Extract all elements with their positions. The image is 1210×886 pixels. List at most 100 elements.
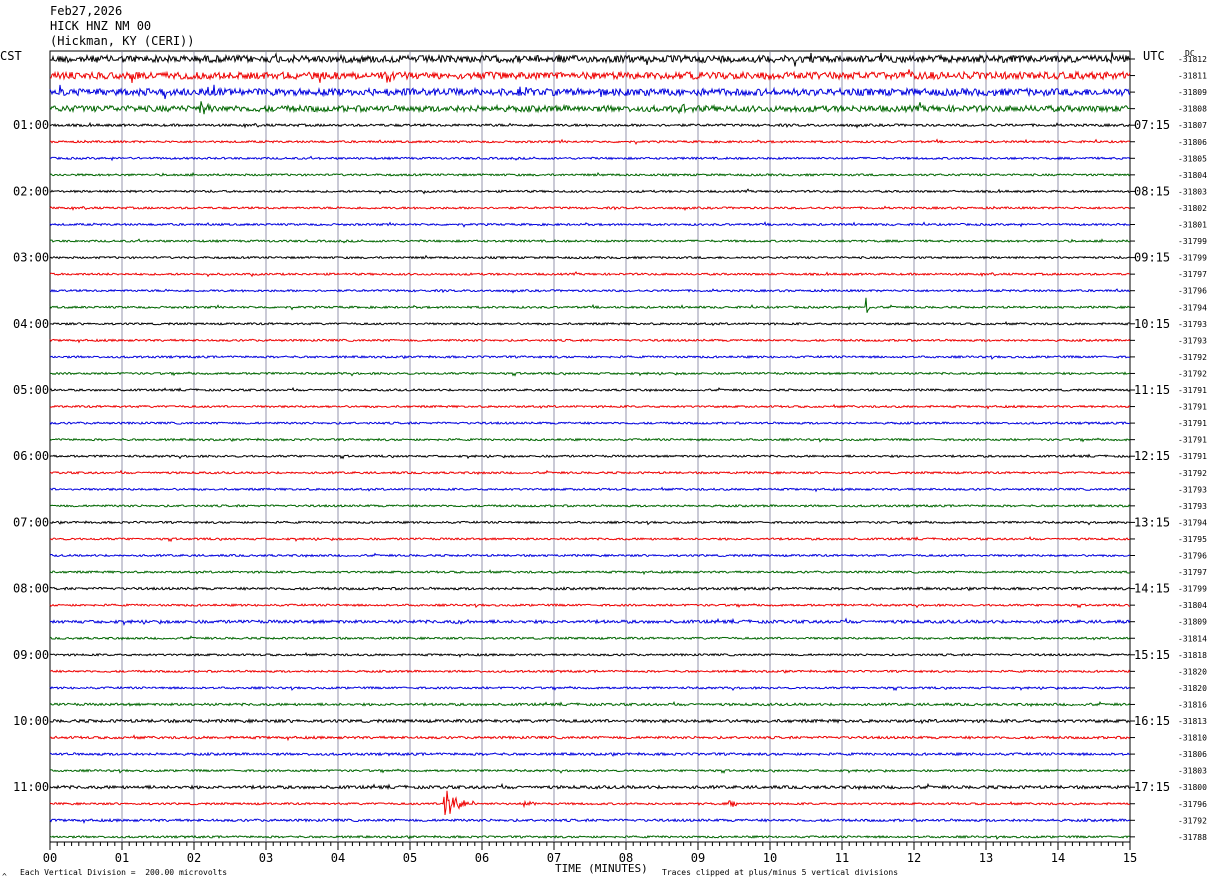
plot-frame: [49, 50, 1131, 843]
trace-row: [49, 790, 1131, 816]
corner-mark: ^: [2, 872, 7, 881]
dc-offset-label: -31807: [1178, 121, 1207, 130]
x-tick-label: 15: [1123, 851, 1137, 865]
trace-row: [49, 782, 1131, 791]
trace-row: [49, 84, 1131, 100]
dc-offset-label: -31794: [1178, 303, 1207, 312]
trace-row: [49, 338, 1131, 344]
dc-offset-label: -31820: [1178, 684, 1207, 693]
dc-offset-label: -31804: [1178, 171, 1207, 180]
dc-offset-label: -31806: [1178, 138, 1207, 147]
hour-label-right: 16:15: [1134, 714, 1170, 728]
hour-label-left: 02:00: [13, 184, 49, 198]
x-axis-label: TIME (MINUTES): [555, 862, 648, 875]
trace-row: [49, 834, 1131, 840]
dc-offset-label: -31809: [1178, 88, 1207, 97]
dc-offset-label: -31799: [1178, 254, 1207, 263]
trace-row: [49, 101, 1131, 115]
dc-offset-label: -31803: [1178, 187, 1207, 196]
helicorder-plot: -31812 -31811 -31809 -31808 -31807 -31806 -318…: [13, 50, 1207, 865]
dc-offset-label: -31808: [1178, 105, 1207, 114]
trace-row: [49, 155, 1131, 162]
dc-offset-label: -31791: [1178, 452, 1207, 461]
dc-offset-label: -31792: [1178, 816, 1207, 825]
dc-offset-label: -31791: [1178, 403, 1207, 412]
trace-row: [49, 552, 1131, 558]
x-tick-label: 10: [763, 851, 777, 865]
dc-offset-label: -31810: [1178, 734, 1207, 743]
trace-row: [49, 297, 1131, 313]
x-tick-label: 00: [43, 851, 57, 865]
dc-offset-label: -31792: [1178, 469, 1207, 478]
trace-row: [49, 288, 1131, 294]
trace-row: [49, 371, 1131, 377]
dc-offset-label: -31816: [1178, 700, 1207, 709]
trace-row: [49, 520, 1131, 526]
trace-row: [49, 751, 1131, 757]
dc-offset-label: -31797: [1178, 270, 1207, 279]
hour-label-left: 04:00: [13, 317, 49, 331]
trace-row: [49, 535, 1131, 543]
x-tick-label: 13: [979, 851, 993, 865]
hour-label-right: 12:15: [1134, 449, 1170, 463]
dc-offset-label: -31820: [1178, 667, 1207, 676]
dc-offset-label: -31796: [1178, 800, 1207, 809]
trace-row: [49, 121, 1131, 129]
dc-offset-label: -31792: [1178, 353, 1207, 362]
trace-row: [49, 51, 1131, 67]
x-tick-label: 04: [331, 851, 345, 865]
dc-offset-label: -31791: [1178, 436, 1207, 445]
trace-row: [49, 188, 1131, 195]
hour-label-left: 08:00: [13, 582, 49, 596]
dc-offset-label: -31792: [1178, 369, 1207, 378]
dc-offset-label: -31806: [1178, 750, 1207, 759]
hour-label-right: 10:15: [1134, 317, 1170, 331]
x-tick-label: 12: [907, 851, 921, 865]
trace-row: [49, 569, 1131, 576]
hour-label-right: 11:15: [1134, 383, 1170, 397]
hour-label-left: 05:00: [13, 383, 49, 397]
trace-row: [49, 734, 1131, 742]
dc-offset-label: -31803: [1178, 767, 1207, 776]
hour-label-left: 07:00: [13, 515, 49, 529]
dc-offset-label: -31799: [1178, 237, 1207, 246]
x-tick-label: 14: [1051, 851, 1065, 865]
trace-row: [49, 669, 1131, 674]
dc-offset-label: -31791: [1178, 386, 1207, 395]
trace-row: [49, 221, 1131, 228]
scale-note: Each Vertical Division = 200.00 microvol…: [20, 868, 228, 877]
trace-row: [49, 718, 1131, 725]
hour-label-right: 09:15: [1134, 251, 1170, 265]
dc-offset-label: -31797: [1178, 568, 1207, 577]
dc-offset-label: -31793: [1178, 485, 1207, 494]
dc-offset-label: -31796: [1178, 552, 1207, 561]
x-tick-label: 02: [187, 851, 201, 865]
trace-row: [49, 635, 1131, 641]
dc-offset-label: -31799: [1178, 585, 1207, 594]
dc-offset-label: -31791: [1178, 419, 1207, 428]
dc-offset-label: -31793: [1178, 502, 1207, 511]
dc-offset-label: -31813: [1178, 717, 1207, 726]
dc-offset-label: -31788: [1178, 833, 1207, 842]
trace-row: [49, 617, 1131, 627]
trace-row: [49, 602, 1131, 609]
trace-row: [49, 321, 1131, 327]
x-tick-label: 03: [259, 851, 273, 865]
x-tick-label: 06: [475, 851, 489, 865]
dc-offset-label: -31802: [1178, 204, 1207, 213]
hour-label-left: 01:00: [13, 118, 49, 132]
x-tick-label: 11: [835, 851, 849, 865]
trace-row: [49, 254, 1131, 260]
hour-label-right: 14:15: [1134, 582, 1170, 596]
dc-offset-label: -31793: [1178, 320, 1207, 329]
hour-label-left: 11:00: [13, 780, 49, 794]
trace-row: [49, 138, 1131, 145]
trace-row: [49, 238, 1131, 244]
trace-row: [49, 700, 1131, 708]
trace-row: [49, 271, 1131, 278]
trace-row: [49, 453, 1131, 460]
trace-row: [49, 69, 1131, 83]
hour-label-right: 13:15: [1134, 515, 1170, 529]
trace-row: [49, 486, 1131, 493]
hour-label-left: 03:00: [13, 251, 49, 265]
